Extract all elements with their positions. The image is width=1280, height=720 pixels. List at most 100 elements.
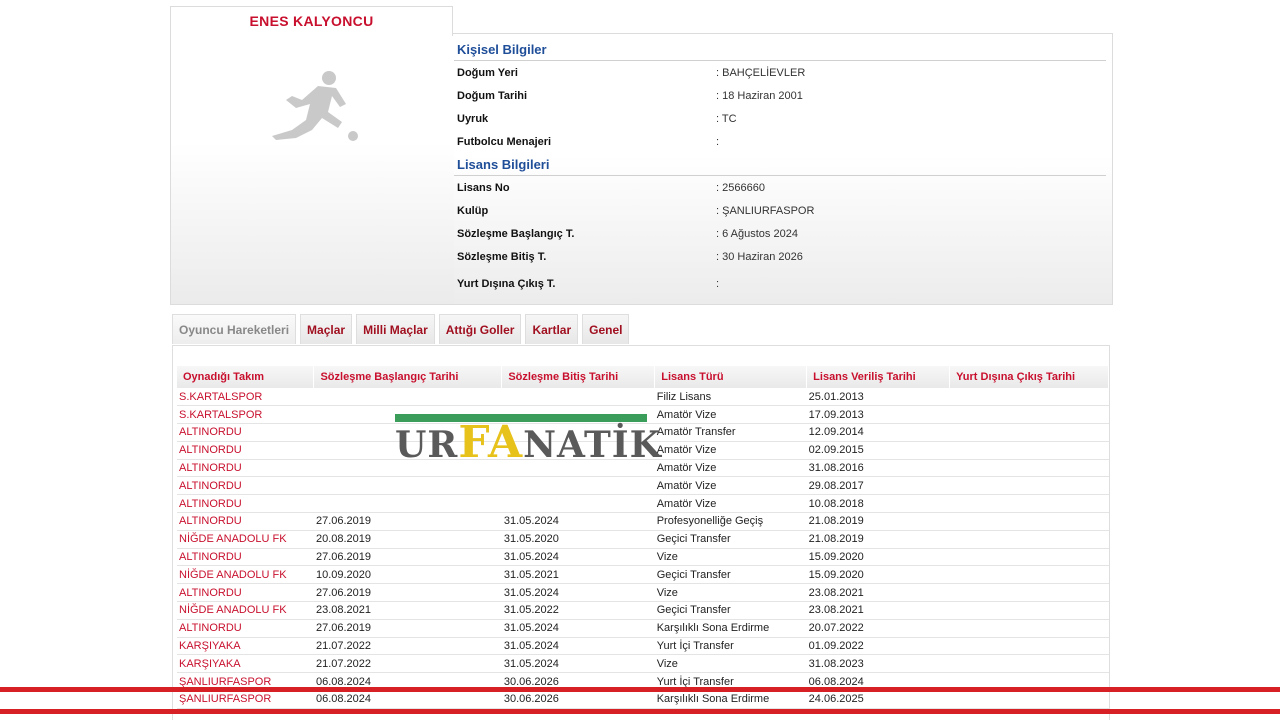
cell-license-type: Amatör Vize (654, 459, 807, 478)
cell-team[interactable]: ALTINORDU (177, 459, 314, 478)
column-header-abroad-exit[interactable]: Yurt Dışına Çıkış Tarihi (949, 366, 1109, 388)
cell-license-type: Geçici Transfer (654, 565, 807, 585)
cell-license-type: Geçici Transfer (654, 601, 807, 620)
cell-contract-end: 30.06.2026 (501, 690, 655, 709)
cell-contract-start: 23.08.2021 (313, 601, 502, 620)
cell-abroad-exit (949, 583, 1109, 603)
cell-team[interactable]: ALTINORDU (177, 494, 314, 514)
tab-cards[interactable]: Kartlar (525, 314, 579, 344)
cell-license-date: 21.08.2019 (806, 512, 950, 531)
cell-contract-start: 27.06.2019 (313, 583, 502, 603)
cell-team[interactable]: KARŞIYAKA (177, 654, 314, 674)
cell-license-type: Amatör Vize (654, 405, 807, 425)
player-profile-card: ENES KALYONCU Kişisel Bilgiler Doğum Yer… (170, 6, 1113, 305)
cell-license-date: 23.08.2021 (806, 601, 950, 620)
cell-license-date: 01.09.2022 (806, 637, 950, 656)
cell-license-type: Amatör Vize (654, 441, 807, 460)
highlight-line-top (0, 687, 1280, 692)
tab-player-moves[interactable]: Oyuncu Hareketleri (172, 314, 297, 344)
tab-national-matches[interactable]: Milli Maçlar (356, 314, 435, 344)
cell-abroad-exit (949, 512, 1109, 531)
cell-contract-start: 20.08.2019 (313, 530, 502, 549)
table-row: ALTINORDU Amatör Vize 31.08.2016 (177, 459, 1109, 478)
cell-contract-end: 31.05.2024 (501, 654, 655, 674)
info-value: : 6 Ağustos 2024 (716, 228, 798, 240)
table-row: ALTINORDU Amatör Vize 02.09.2015 (177, 441, 1109, 460)
info-row-agent: Futbolcu Menajeri : (457, 136, 1107, 156)
info-value: : 2566660 (716, 182, 765, 194)
cell-contract-start: 21.07.2022 (313, 637, 502, 656)
table-row: ALTINORDU 27.06.2019 31.05.2024 Karşılıklı … (177, 619, 1109, 638)
info-value: : 18 Haziran 2001 (716, 90, 803, 102)
column-header-license-date[interactable]: Lisans Veriliş Tarihi (806, 366, 951, 388)
cell-contract-start: 27.06.2019 (313, 548, 502, 567)
player-moves-panel: Oynadığı Takım Sözleşme Başlangıç Tarihi… (172, 345, 1110, 720)
cell-contract-end (501, 459, 655, 478)
cell-contract-end: 31.05.2024 (501, 512, 655, 531)
info-label: Futbolcu Menajeri (457, 136, 552, 148)
cell-license-date: 25.01.2013 (806, 388, 950, 407)
info-value: : TC (716, 113, 737, 125)
cell-team[interactable]: S.KARTALSPOR (177, 388, 314, 407)
cell-abroad-exit (949, 405, 1109, 425)
personal-info-title: Kişisel Bilgiler (457, 42, 547, 57)
cell-license-type: Karşılıklı Sona Erdirme (654, 619, 807, 638)
cell-license-date: 21.08.2019 (806, 530, 950, 549)
info-row-birthdate: Doğum Tarihi : 18 Haziran 2001 (457, 90, 1107, 110)
cell-team[interactable]: NİĞDE ANADOLU FK (177, 530, 314, 549)
cell-contract-start: 10.09.2020 (313, 565, 502, 585)
player-moves-table: Oynadığı Takım Sözleşme Başlangıç Tarihi… (177, 366, 1109, 709)
cell-contract-start (313, 423, 502, 442)
tab-matches[interactable]: Maçlar (300, 314, 353, 344)
cell-contract-start (313, 441, 502, 460)
cell-license-type: Vize (654, 583, 807, 603)
tab-general[interactable]: Genel (582, 314, 630, 344)
info-value: : ŞANLIURFASPOR (716, 205, 815, 217)
info-value: : (716, 278, 720, 290)
cell-abroad-exit (949, 690, 1109, 709)
column-header-team[interactable]: Oynadığı Takım (177, 366, 315, 388)
table-row: ALTINORDU Amatör Vize 29.08.2017 (177, 476, 1109, 496)
column-header-contract-start[interactable]: Sözleşme Başlangıç Tarihi (313, 366, 503, 388)
cell-team[interactable]: ALTINORDU (177, 548, 314, 567)
column-header-contract-end[interactable]: Sözleşme Bitiş Tarihi (501, 366, 656, 388)
cell-license-type: Filiz Lisans (654, 388, 807, 407)
tab-goals[interactable]: Attığı Goller (438, 314, 522, 344)
cell-license-date: 29.08.2017 (806, 476, 950, 496)
cell-license-type: Yurt İçi Transfer (654, 637, 807, 656)
info-label: Uyruk (457, 113, 489, 125)
cell-abroad-exit (949, 441, 1109, 460)
cell-team[interactable]: ALTINORDU (177, 512, 314, 531)
table-header-row: Oynadığı Takım Sözleşme Başlangıç Tarihi… (177, 366, 1109, 388)
tab-bar: Oyuncu Hareketleri Maçlar Milli Maçlar A… (172, 314, 630, 344)
cell-team[interactable]: ALTINORDU (177, 619, 314, 638)
player-silhouette-icon (272, 71, 358, 141)
info-value: : BAHÇELİEVLER (716, 67, 806, 79)
cell-license-type: Karşılıklı Sona Erdirme (654, 690, 807, 709)
cell-team[interactable]: NİĞDE ANADOLU FK (177, 565, 314, 585)
cell-contract-start (313, 476, 502, 496)
info-row-nationality: Uyruk : TC (457, 113, 1107, 133)
info-row-contract-end: Sözleşme Bitiş T. : 30 Haziran 2026 (457, 251, 1107, 271)
cell-contract-start (313, 494, 502, 514)
info-row-club: Kulüp : ŞANLIURFASPOR (457, 205, 1107, 225)
cell-team[interactable]: S.KARTALSPOR (177, 405, 314, 425)
cell-abroad-exit (949, 637, 1109, 656)
info-label: Sözleşme Bitiş T. (457, 251, 547, 263)
cell-team[interactable]: ALTINORDU (177, 476, 314, 496)
cell-contract-end: 31.05.2022 (501, 601, 655, 620)
cell-team[interactable]: ALTINORDU (177, 441, 314, 460)
cell-abroad-exit (949, 619, 1109, 638)
column-header-license-type[interactable]: Lisans Türü (654, 366, 808, 388)
cell-team[interactable]: KARŞIYAKA (177, 637, 314, 656)
table-row: NİĞDE ANADOLU FK 23.08.2021 31.05.2022 Geçi… (177, 601, 1109, 620)
highlight-line-bottom (0, 709, 1280, 714)
cell-team[interactable]: NİĞDE ANADOLU FK (177, 601, 314, 620)
cell-contract-end (501, 494, 655, 514)
info-label: Kulüp (457, 205, 489, 217)
cell-license-type: Vize (654, 654, 807, 674)
cell-team[interactable]: ALTINORDU (177, 583, 314, 603)
table-row: S.KARTALSPOR Amatör Vize 17.09.2013 (177, 405, 1109, 425)
cell-team[interactable]: ŞANLIURFASPOR (177, 690, 314, 709)
cell-team[interactable]: ALTINORDU (177, 423, 314, 442)
